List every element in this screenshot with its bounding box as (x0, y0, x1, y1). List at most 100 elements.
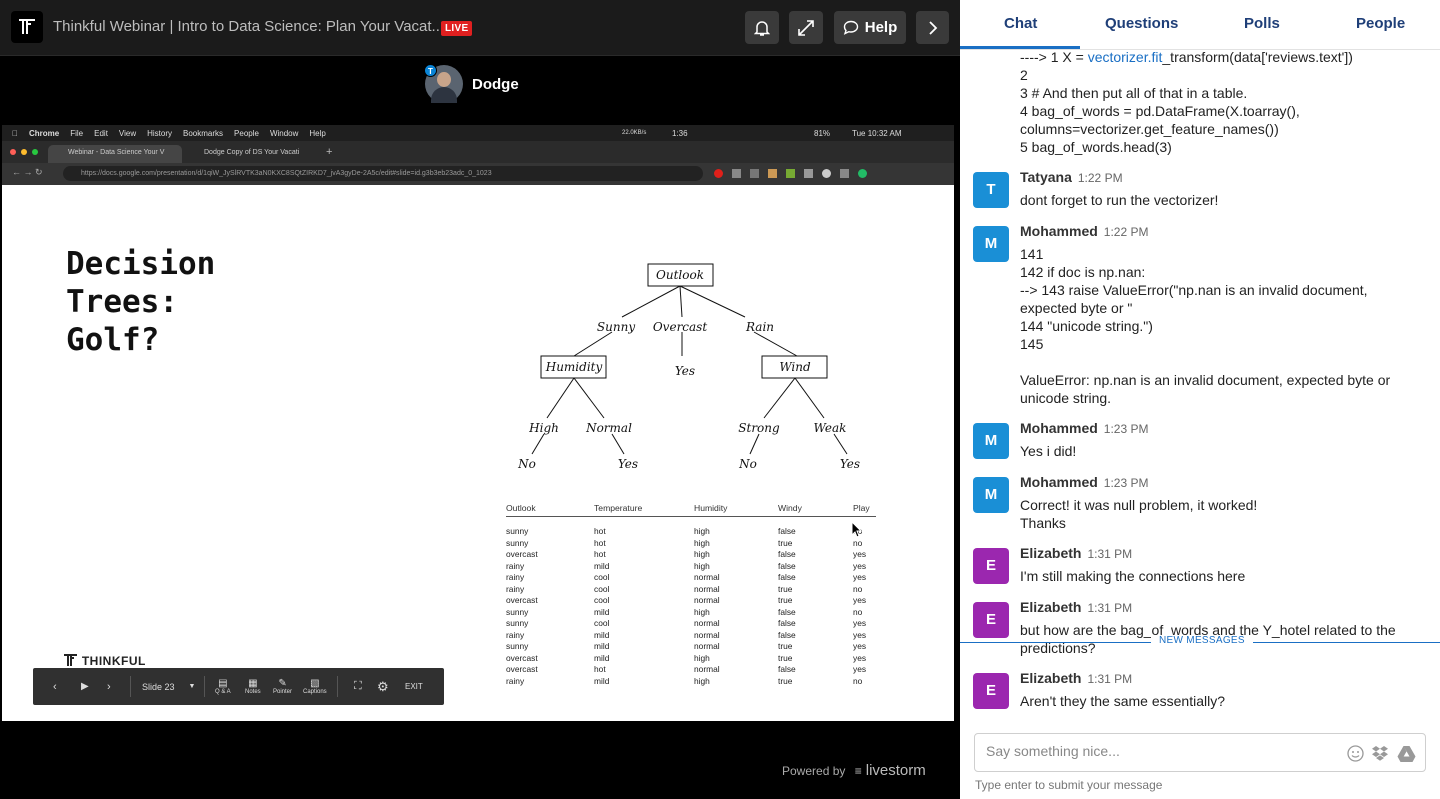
panel-tabs: Chat Questions Polls People (960, 0, 1440, 50)
shared-screen:  Chrome File Edit View History Bookmark… (2, 125, 954, 721)
message-author: Elizabeth 1:31 PM (1020, 670, 1132, 686)
tree-edge-rain: Rain (745, 320, 774, 334)
message-line: 144 "unicode string.") (1020, 318, 1153, 334)
table-cell: yes (853, 629, 867, 640)
message-timestamp: 1:31 PM (1087, 547, 1133, 561)
table-cell: false (778, 526, 796, 536)
table-cell: normal (694, 572, 720, 582)
slide-title-line: Golf? (66, 322, 160, 358)
tab-people[interactable]: People (1356, 15, 1405, 32)
address-bar: https://docs.google.com/presentation/d/1… (63, 166, 703, 181)
table-row: sunnyhothighfalseno (506, 526, 876, 538)
top-bar: Thinkful Webinar | Intro to Data Science… (0, 0, 960, 56)
table-body: sunnyhothighfalsenosunnyhothightruenoove… (506, 526, 876, 687)
video-area: Thinkful Webinar | Intro to Data Science… (0, 0, 960, 799)
tree-edge-strong: Strong (738, 421, 780, 435)
prev-slide-button: ‹ (53, 668, 57, 705)
avatar: E (973, 673, 1009, 709)
table-cell: mild (594, 652, 610, 663)
table-cell: sunny (506, 641, 529, 651)
chat-input[interactable] (986, 743, 1326, 759)
table-cell: overcast (506, 549, 538, 559)
table-cell: yes (853, 549, 867, 559)
table-cell: false (778, 572, 796, 582)
message-line: 141 (1020, 246, 1044, 262)
captions-icon: ▧ (310, 678, 320, 689)
table-cell: mild (594, 560, 610, 571)
message-line: expected byte or " (1020, 300, 1133, 316)
captions-label: Captions (303, 689, 327, 695)
emoji-button[interactable] (1345, 743, 1365, 763)
chat-input-box (974, 733, 1426, 772)
author-name: Tatyana (1020, 169, 1072, 185)
table-cell: true (778, 595, 793, 605)
pointer-icon: ✎ (278, 678, 287, 689)
thinkful-logo (11, 11, 43, 43)
collapse-panel-button[interactable] (916, 11, 949, 44)
message-link[interactable]: vectorizer.fit (1088, 51, 1163, 65)
message-timestamp: 1:31 PM (1087, 601, 1133, 615)
message-timestamp: 1:22 PM (1077, 171, 1123, 185)
menu-item: Bookmarks (177, 128, 223, 138)
help-button[interactable]: Help (834, 11, 906, 44)
table-row: overcast cool normal true yes (506, 595, 876, 607)
menu-item: People (228, 128, 259, 138)
message-line: 5 bag_of_words.head(3) (1020, 139, 1172, 155)
table-cell: cool (594, 595, 610, 605)
dropbox-button[interactable] (1370, 743, 1390, 763)
extension-icons (714, 169, 867, 178)
fullscreen-button[interactable] (789, 11, 823, 44)
dropbox-icon (1372, 746, 1388, 761)
message-author: Mohammed 1:22 PM (1020, 223, 1149, 239)
table-cell: high (694, 652, 710, 663)
gear-icon: ⚙ (377, 678, 389, 694)
message-line: 3 # And then put all of that in a table. (1020, 85, 1248, 101)
table-cell: sunny (506, 526, 529, 536)
table-cell: no (853, 606, 863, 617)
table-cell: false (778, 618, 796, 628)
tab-questions[interactable]: Questions (1105, 15, 1178, 32)
decision-tree-diagram: Outlook Sunny Overcast Rain Humidity Yes… (517, 263, 860, 471)
message-author: Mohammed 1:23 PM (1020, 474, 1149, 490)
message-timestamp: 1:31 PM (1087, 672, 1133, 686)
qa-icon: ▤ (218, 678, 228, 689)
message-body: Aren't they the same essentially? (1020, 692, 1420, 710)
thinkful-logo-icon (64, 654, 77, 666)
table-cell: false (778, 629, 796, 640)
table-row: rainy mild normal false yes (506, 630, 876, 642)
presentation-slide: Decision Trees: Golf? Outlook Sunny Over… (2, 185, 954, 721)
tree-leaf-yes: Yes (675, 364, 695, 378)
google-drive-button[interactable] (1395, 743, 1417, 763)
play-icon: ▶ (81, 681, 89, 692)
nav-arrows-icon: ← → ↻ (12, 167, 43, 177)
message-author: Elizabeth 1:31 PM (1020, 545, 1132, 561)
tab-polls[interactable]: Polls (1244, 15, 1280, 32)
message-line: ----> 1 X = vectorizer.fit_transform(dat… (1020, 51, 1420, 66)
chevron-right-icon (928, 20, 937, 35)
table-cell: yes (853, 652, 867, 663)
table-cell: high (694, 537, 710, 548)
table-cell: cool (594, 618, 610, 628)
message-line: 142 if doc is np.nan: (1020, 264, 1146, 280)
browser-tab: Dodge Copy of DS Your Vacati (204, 149, 300, 156)
author-name: Mohammed (1020, 223, 1098, 239)
notifications-button[interactable] (745, 11, 779, 44)
new-messages-label: NEW MESSAGES (1151, 635, 1253, 646)
tree-edge-high: High (528, 421, 559, 435)
table-cell: hot (594, 549, 606, 559)
table-cell: normal (694, 583, 720, 594)
table-cell: hot (594, 664, 606, 674)
chat-bubble-icon (843, 20, 858, 35)
tab-chat[interactable]: Chat (1004, 15, 1037, 32)
table-cell: true (778, 583, 793, 594)
message-line: --> 143 raise ValueError("np.nan is an i… (1020, 282, 1368, 298)
browser-tab: Webinar - Data Science Your V (48, 145, 182, 163)
message-body: Yes i did! (1020, 442, 1420, 460)
qa-label: Q & A (215, 689, 231, 695)
table-cell: true (778, 641, 793, 651)
message-body: dont forget to run the vectorizer! (1020, 191, 1420, 209)
table-cell: false (778, 560, 796, 571)
message-author: Tatyana 1:22 PM (1020, 169, 1123, 185)
table-cell: high (694, 526, 710, 536)
chat-messages[interactable]: ----> 1 X = vectorizer.fit_transform(dat… (960, 51, 1440, 718)
